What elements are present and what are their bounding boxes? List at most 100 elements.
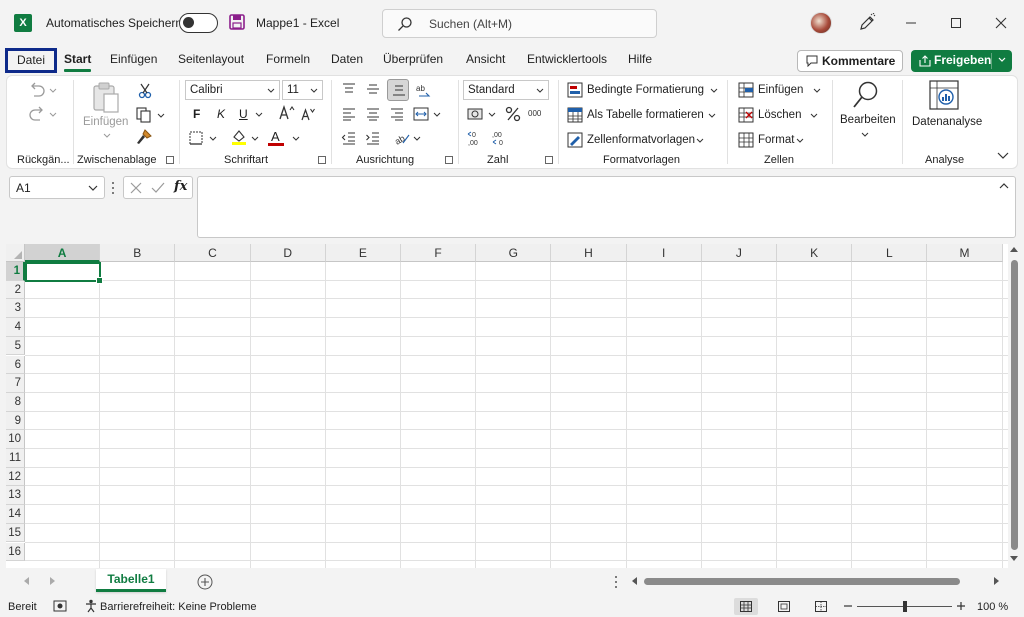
- editing-button[interactable]: Bearbeiten: [840, 114, 896, 126]
- paste-dropdown-icon[interactable]: [103, 133, 111, 139]
- fill-color-icon[interactable]: [231, 129, 247, 145]
- accounting-format-icon[interactable]: [467, 107, 485, 121]
- zoom-slider-thumb[interactable]: [903, 601, 907, 612]
- copy-icon[interactable]: [136, 107, 152, 123]
- column-header-c[interactable]: C: [175, 244, 251, 262]
- row-header-3[interactable]: 3: [6, 299, 25, 319]
- coauthoring-pen-icon[interactable]: [857, 13, 877, 33]
- percent-icon[interactable]: [505, 106, 521, 122]
- tab-data[interactable]: Daten: [331, 52, 363, 66]
- save-icon[interactable]: [229, 14, 245, 30]
- tab-start[interactable]: Start: [64, 52, 92, 72]
- accounting-dropdown-icon[interactable]: [488, 112, 496, 118]
- autosave-toggle[interactable]: [179, 13, 218, 33]
- chevron-down-icon[interactable]: [997, 55, 1007, 65]
- scroll-right-icon[interactable]: [994, 577, 1000, 585]
- prev-sheet-icon[interactable]: [24, 577, 30, 585]
- insert-function-icon[interactable]: fx: [174, 179, 187, 194]
- macro-record-icon[interactable]: [53, 600, 67, 612]
- tab-developer[interactable]: Entwicklertools: [527, 52, 607, 66]
- row-header-10[interactable]: 10: [6, 430, 25, 449]
- active-cell-a1[interactable]: [25, 262, 103, 284]
- cancel-icon[interactable]: [130, 182, 142, 194]
- decrease-decimal-icon[interactable]: ,000: [491, 130, 509, 146]
- italic-button[interactable]: K: [217, 107, 225, 121]
- column-header-d[interactable]: D: [250, 244, 326, 262]
- share-button[interactable]: Freigeben: [911, 50, 1012, 72]
- page-layout-view-button[interactable]: [772, 598, 796, 615]
- format-cells-icon[interactable]: [738, 132, 754, 148]
- row-header-14[interactable]: 14: [6, 505, 25, 524]
- conditional-formatting-icon[interactable]: [567, 82, 583, 98]
- row-header-7[interactable]: 7: [6, 374, 25, 393]
- tab-page-layout[interactable]: Seitenlayout: [178, 52, 244, 66]
- scroll-left-icon[interactable]: [632, 577, 638, 585]
- column-header-a[interactable]: A: [25, 244, 101, 262]
- format-painter-icon[interactable]: [136, 129, 152, 145]
- clipboard-launcher-icon[interactable]: [166, 156, 174, 164]
- row-header-4[interactable]: 4: [6, 318, 25, 337]
- tab-view[interactable]: Ansicht: [466, 52, 505, 66]
- minimize-button[interactable]: [896, 10, 926, 36]
- undo-dropdown-icon[interactable]: [49, 88, 57, 94]
- row-header-13[interactable]: 13: [6, 486, 25, 506]
- align-right-icon[interactable]: [389, 107, 405, 121]
- column-header-f[interactable]: F: [401, 244, 477, 262]
- cut-icon[interactable]: [138, 83, 152, 99]
- accessibility-icon[interactable]: [84, 599, 98, 613]
- comments-button[interactable]: Kommentare: [797, 50, 903, 72]
- font-launcher-icon[interactable]: [318, 156, 326, 164]
- column-header-e[interactable]: E: [325, 244, 401, 262]
- user-avatar[interactable]: [810, 12, 832, 34]
- decrease-indent-icon[interactable]: [341, 131, 357, 145]
- chevron-down-icon[interactable]: [796, 138, 804, 144]
- undo-icon[interactable]: [27, 82, 47, 98]
- name-box[interactable]: A1: [9, 176, 105, 199]
- enter-check-icon[interactable]: [151, 182, 165, 194]
- horizontal-scroll-thumb[interactable]: [644, 578, 960, 585]
- font-color-dropdown-icon[interactable]: [292, 136, 300, 142]
- column-header-b[interactable]: B: [100, 244, 176, 262]
- text-orientation-icon[interactable]: ab: [415, 82, 433, 98]
- tab-help[interactable]: Hilfe: [628, 52, 652, 66]
- paste-icon[interactable]: [91, 82, 121, 114]
- format-cells-button[interactable]: Format: [758, 134, 794, 146]
- collapse-formula-bar-icon[interactable]: [999, 183, 1009, 189]
- zoom-level[interactable]: 100 %: [977, 601, 1008, 613]
- insert-cells-button[interactable]: Einfügen: [758, 84, 803, 96]
- alignment-launcher-icon[interactable]: [445, 156, 453, 164]
- align-middle-icon[interactable]: [365, 82, 381, 96]
- increase-decimal-icon[interactable]: 0,00: [467, 130, 485, 146]
- tab-split-handle[interactable]: [614, 575, 618, 589]
- zoom-in-icon[interactable]: [956, 601, 966, 611]
- cell-area[interactable]: [25, 262, 1008, 568]
- delete-cells-icon[interactable]: [738, 107, 754, 123]
- formula-input[interactable]: [197, 176, 1016, 238]
- cell-styles-icon[interactable]: [567, 132, 583, 148]
- row-header-6[interactable]: 6: [6, 355, 25, 375]
- column-header-l[interactable]: L: [852, 244, 928, 262]
- chevron-down-icon[interactable]: [861, 132, 869, 138]
- align-bottom-button[interactable]: [387, 79, 409, 101]
- vertical-scrollbar[interactable]: [1008, 244, 1020, 568]
- row-header-1[interactable]: 1: [6, 262, 25, 281]
- next-sheet-icon[interactable]: [50, 577, 56, 585]
- scroll-up-icon[interactable]: [1010, 247, 1018, 253]
- tab-file[interactable]: Datei: [5, 48, 57, 73]
- select-all-corner[interactable]: [6, 244, 25, 262]
- thousands-separator-icon[interactable]: 000: [528, 108, 546, 118]
- number-launcher-icon[interactable]: [545, 156, 553, 164]
- tab-review[interactable]: Überprüfen: [383, 52, 443, 66]
- font-size-dropdown[interactable]: 11: [282, 80, 323, 100]
- align-top-icon[interactable]: [341, 82, 357, 96]
- format-as-table-icon[interactable]: [567, 107, 583, 123]
- column-header-k[interactable]: K: [777, 244, 853, 262]
- chevron-down-icon[interactable]: [696, 138, 704, 144]
- number-format-dropdown[interactable]: Standard: [463, 80, 549, 100]
- format-as-table-button[interactable]: Als Tabelle formatieren: [587, 109, 704, 121]
- align-center-icon[interactable]: [365, 107, 381, 121]
- tab-formulas[interactable]: Formeln: [266, 52, 310, 66]
- underline-button[interactable]: U: [239, 107, 248, 121]
- sheet-tab-tabelle1[interactable]: Tabelle1: [96, 569, 166, 592]
- page-break-view-button[interactable]: [809, 598, 833, 615]
